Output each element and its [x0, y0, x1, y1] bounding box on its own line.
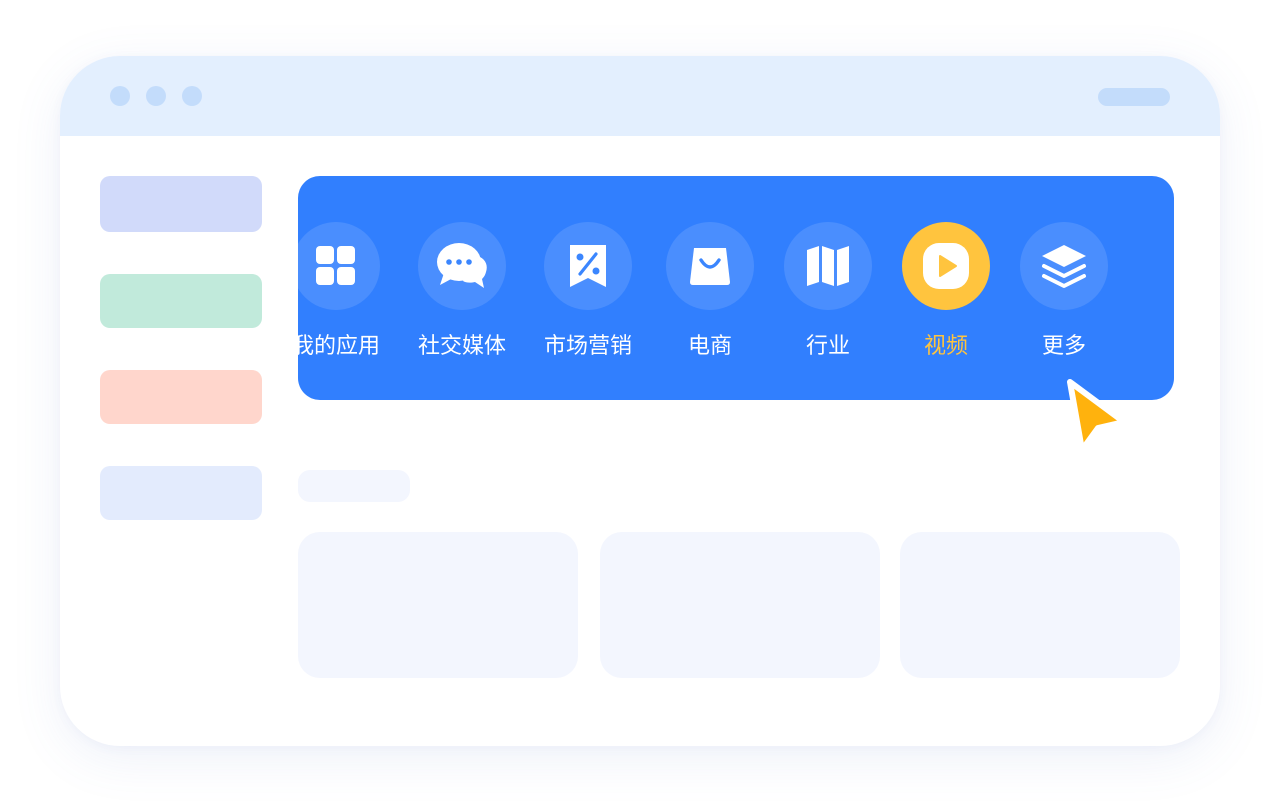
content-card-3[interactable] [900, 532, 1180, 678]
browser-window: 我的应用 社交媒体 市场营销 电商 行业 视频 更多 [60, 56, 1220, 746]
nav-icon-circle [902, 222, 990, 310]
nav-label: 市场营销 [543, 334, 632, 359]
sidebar-item-3[interactable] [100, 370, 262, 424]
pointer-cursor-icon [1067, 379, 1127, 453]
nav-icon-circle [784, 222, 872, 310]
content-card-1[interactable] [298, 532, 578, 678]
window-control-dot-1[interactable] [110, 86, 130, 106]
title-bar-pill[interactable] [1098, 88, 1170, 106]
sidebar-item-4[interactable] [100, 466, 262, 520]
nav-label: 社交媒体 [417, 334, 506, 359]
nav-label: 更多 [1041, 334, 1086, 359]
nav-label: 我的应用 [291, 334, 380, 359]
nav-label: 行业 [805, 334, 850, 359]
nav-item-video[interactable]: 视频 [881, 222, 1011, 372]
nav-label: 电商 [687, 334, 732, 359]
category-nav-panel: 我的应用 社交媒体 市场营销 电商 行业 视频 更多 [292, 176, 1174, 400]
nav-item-my-apps[interactable]: 我的应用 [271, 222, 401, 372]
content-card-2[interactable] [600, 532, 880, 678]
window-control-dot-3[interactable] [182, 86, 202, 106]
nav-item-ecommerce[interactable]: 电商 [645, 222, 775, 372]
section-title-placeholder [298, 470, 410, 502]
layers-icon [1042, 245, 1086, 288]
nav-item-more[interactable]: 更多 [999, 222, 1129, 372]
nav-item-marketing[interactable]: 市场营销 [523, 222, 653, 372]
discount-tag-icon [570, 245, 606, 287]
grid-icon [316, 246, 355, 285]
play-icon [923, 243, 969, 289]
sidebar-item-2[interactable] [100, 274, 262, 328]
nav-icon-circle [418, 222, 506, 310]
title-bar [60, 56, 1220, 136]
nav-label: 视频 [923, 334, 968, 359]
nav-icon-circle [1020, 222, 1108, 310]
window-control-dot-2[interactable] [146, 86, 166, 106]
sidebar-item-1[interactable] [100, 176, 262, 232]
map-icon [807, 246, 849, 286]
nav-item-social-media[interactable]: 社交媒体 [397, 222, 527, 372]
nav-icon-circle [292, 222, 380, 310]
chat-bubbles-icon [437, 243, 487, 288]
shopping-bag-icon [690, 248, 730, 285]
nav-item-industry[interactable]: 行业 [763, 222, 893, 372]
nav-icon-circle [544, 222, 632, 310]
nav-icon-circle [666, 222, 754, 310]
